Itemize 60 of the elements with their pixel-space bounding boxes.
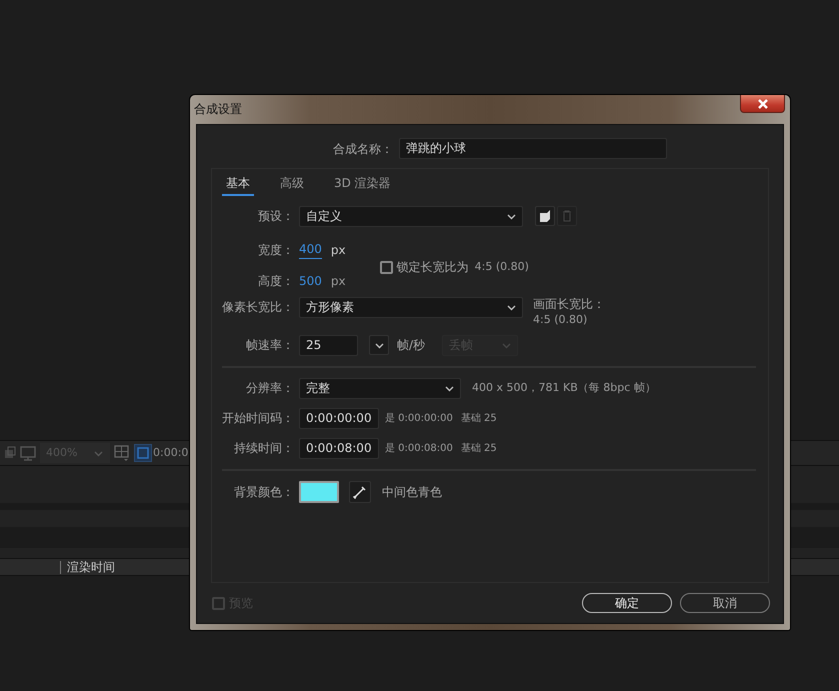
field-label: 持续时间： — [233, 440, 294, 457]
page-icon — [539, 210, 551, 222]
frame-rate-field[interactable]: 25 — [299, 334, 358, 356]
caret-icon — [506, 212, 517, 220]
field-label: 高度： — [257, 272, 294, 290]
frame-icon[interactable] — [134, 444, 152, 462]
caret-icon — [374, 340, 384, 350]
base-text: 基础 25 — [460, 442, 497, 456]
timecode-text: 是 0:00:08:00 — [385, 442, 453, 456]
dropdown[interactable]: 自定义 — [299, 206, 523, 226]
value-text[interactable]: 400 — [299, 240, 322, 259]
name-field[interactable]: 弹跳的小球 — [399, 138, 667, 159]
checkbox-label: 锁定长宽比为 — [396, 259, 469, 276]
close-button[interactable] — [740, 95, 785, 113]
unit-label: 帧/秒 — [397, 337, 426, 354]
field-label: 画面长宽比： — [533, 296, 605, 312]
ratio-text: 4:5 (0.80) — [533, 312, 588, 328]
monitor-icon[interactable] — [20, 446, 36, 460]
color-name: 中间色青色 — [382, 484, 442, 501]
caret-icon — [444, 384, 455, 392]
dropdown-button[interactable] — [369, 335, 389, 355]
value-text[interactable]: 500 — [299, 272, 322, 290]
field-label: 帧速率： — [245, 337, 294, 354]
timecode-text: 0:00:0 — [153, 444, 188, 461]
field-label: 预设： — [257, 208, 294, 225]
new-preset-button[interactable] — [535, 206, 555, 226]
info-text: 400 x 500，781 KB（每 8bpc 帧） — [472, 380, 656, 396]
dropdown[interactable]: 方形像素 — [299, 296, 523, 318]
unit-label: px — [330, 272, 346, 290]
caret-icon — [501, 340, 512, 350]
ratio-text: 4:5 (0.80) — [474, 258, 529, 275]
layers-icon[interactable] — [4, 446, 16, 460]
tab[interactable]: 高级 — [276, 172, 308, 196]
eyedropper-button[interactable] — [349, 481, 371, 503]
tab[interactable]: 基本 — [222, 172, 254, 196]
caret-icon — [93, 448, 104, 458]
color-swatch[interactable] — [299, 481, 339, 503]
dropdown[interactable]: 完整 — [299, 378, 461, 398]
field-label: 分辨率： — [245, 380, 294, 397]
ok-button[interactable]: 确定 — [582, 593, 672, 613]
field-label: 开始时间码： — [221, 410, 294, 427]
trash-icon — [562, 210, 572, 222]
close-icon — [756, 98, 768, 108]
eyedropper-icon — [353, 485, 367, 499]
unit-label: px — [330, 242, 346, 258]
field-label: 像素长宽比： — [221, 299, 294, 316]
tab[interactable]: 3D 渲染器 — [330, 172, 395, 196]
grid-icon[interactable] — [114, 445, 130, 461]
name-label: 合成名称： — [333, 140, 393, 158]
dialog-title: 合成设置 — [194, 101, 242, 118]
base-text: 基础 25 — [460, 412, 497, 426]
checkbox[interactable] — [380, 260, 393, 274]
timecode-field[interactable]: 0:00:00:00 — [299, 408, 379, 428]
column-header[interactable]: 渲染时间 — [67, 558, 115, 576]
field-label: 背景颜色： — [233, 484, 294, 501]
timecode-text: 是 0:00:00:00 — [385, 412, 453, 426]
timecode-field[interactable]: 0:00:08:00 — [299, 438, 379, 458]
caret-icon — [506, 302, 517, 312]
cancel-button[interactable]: 取消 — [680, 593, 770, 613]
field-label: 宽度： — [257, 242, 294, 258]
